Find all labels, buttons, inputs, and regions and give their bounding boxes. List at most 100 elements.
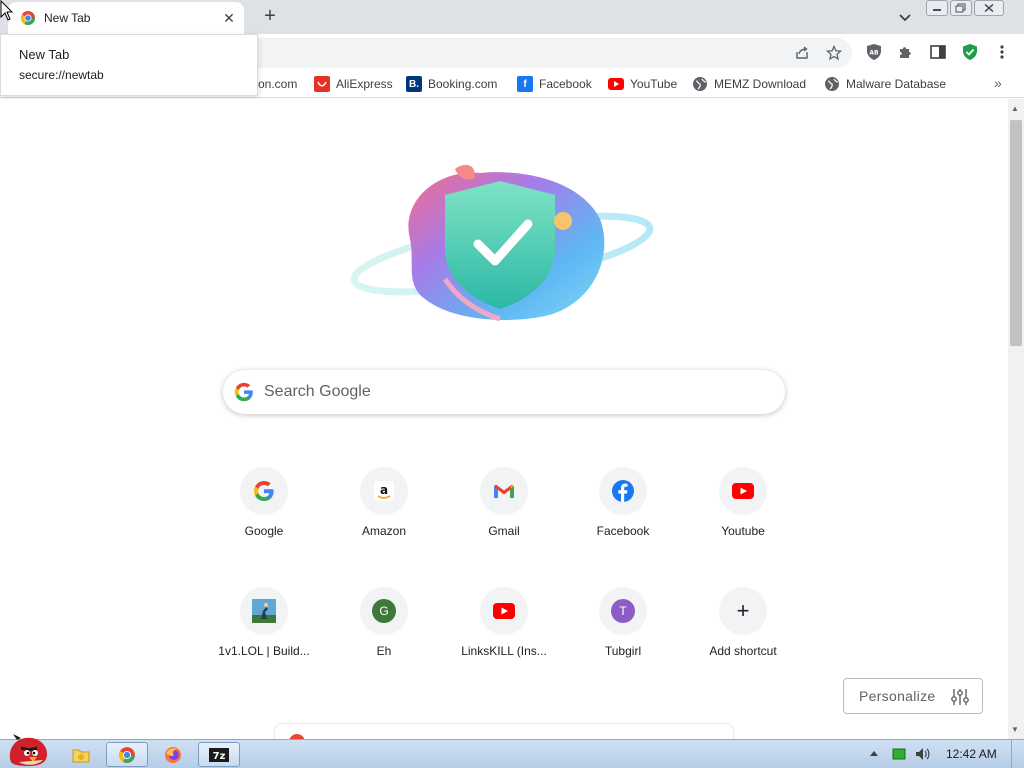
mouse-cursor-icon — [0, 0, 14, 21]
shortcut-label: 1v1.LOL | Build... — [218, 644, 310, 658]
shortcut-youtube[interactable]: Youtube — [687, 467, 799, 567]
volume-icon[interactable] — [914, 746, 930, 762]
side-panel-icon[interactable] — [929, 43, 947, 61]
network-icon[interactable] — [892, 747, 906, 761]
firefox-icon — [165, 746, 181, 763]
scroll-down-arrow-icon[interactable]: ▼ — [1011, 725, 1019, 734]
bookmark-youtube[interactable]: YouTube — [608, 76, 677, 92]
bookmarks-overflow-button[interactable]: » — [994, 75, 1002, 91]
adblock-shield-icon[interactable]: AB — [865, 43, 883, 61]
letter-icon: G — [372, 599, 396, 623]
shortcut-icon-bg — [240, 587, 288, 635]
bookmark-label: AliExpress — [336, 77, 393, 91]
search-box[interactable]: Search Google — [223, 370, 785, 414]
bookmark-aliexpress[interactable]: AliExpress — [314, 76, 393, 92]
close-icon — [984, 3, 994, 13]
folder-icon — [72, 749, 90, 762]
bookmark-amazon[interactable]: on.com — [258, 76, 297, 92]
restore-button[interactable] — [950, 0, 972, 16]
shortcut-icon-bg — [480, 467, 528, 515]
shortcut-label: Tubgirl — [604, 644, 642, 658]
svg-text:AB: AB — [869, 50, 879, 57]
taskbar-browser[interactable] — [106, 742, 148, 767]
bookmark-label: MEMZ Download — [714, 77, 807, 91]
taskbar-firefox[interactable] — [152, 742, 194, 767]
shortcut-icon-bg — [480, 587, 528, 635]
bookmark-booking[interactable]: B. Booking.com — [406, 76, 497, 92]
extensions-puzzle-icon[interactable] — [897, 43, 915, 61]
tray-expand-icon[interactable] — [870, 750, 878, 756]
shortcut-label: Google — [244, 524, 284, 538]
taskbar: 7z 12:42 AM — [0, 734, 1024, 768]
tab-new-tab[interactable]: New Tab ✕ — [8, 2, 244, 34]
letter-icon: T — [611, 599, 635, 623]
address-bar[interactable] — [200, 38, 852, 68]
shortcut-linkskill[interactable]: LinksKILL (Ins... — [448, 587, 560, 687]
personalize-button[interactable]: Personalize — [843, 678, 983, 714]
menu-kebab-icon[interactable] — [993, 43, 1011, 61]
shortcut-label: Add shortcut — [709, 644, 777, 658]
game-icon — [252, 599, 276, 623]
shortcut-label: Eh — [376, 644, 392, 658]
scroll-up-arrow-icon[interactable]: ▲ — [1011, 104, 1019, 113]
card-icon — [289, 734, 305, 739]
shortcut-label: Facebook — [596, 524, 650, 538]
youtube-icon — [732, 483, 754, 499]
bookmark-label: Facebook — [539, 77, 592, 91]
shortcut-eh[interactable]: G Eh — [328, 587, 440, 687]
google-g-icon — [234, 382, 253, 402]
shortcut-gmail[interactable]: Gmail — [448, 467, 560, 567]
close-window-button[interactable] — [974, 0, 1004, 16]
search-input[interactable]: Search Google — [264, 383, 371, 401]
shortcut-facebook[interactable]: Facebook — [567, 467, 679, 567]
browser-logo-icon — [119, 746, 135, 763]
taskbar-7zip[interactable]: 7z — [198, 742, 240, 767]
shortcut-icon-bg — [240, 467, 288, 515]
bookmark-memz-download[interactable]: MEMZ Download — [692, 76, 806, 92]
taskbar-explorer[interactable] — [60, 742, 102, 767]
tab-hover-card: New Tab secure://newtab — [0, 34, 258, 96]
facebook-icon: f — [517, 76, 533, 92]
tab-search-chevron-icon[interactable] — [894, 6, 916, 28]
hover-card-url: secure://newtab — [19, 68, 104, 82]
security-shield-check-icon[interactable] — [961, 43, 979, 61]
shortcut-tubgirl[interactable]: T Tubgirl — [567, 587, 679, 687]
tab-close-icon[interactable]: ✕ — [220, 9, 238, 27]
bookmark-label: on.com — [258, 77, 298, 91]
scrollbar-thumb[interactable] — [1010, 120, 1022, 346]
new-tab-button[interactable]: + — [258, 5, 282, 29]
bookmark-label: YouTube — [630, 77, 678, 91]
shortcut-label: Youtube — [721, 524, 765, 538]
tab-title: New Tab — [44, 11, 91, 25]
bookmark-label: Malware Database — [846, 77, 947, 91]
angry-bird-start-icon — [9, 734, 47, 766]
show-desktop-button[interactable] — [1011, 740, 1024, 768]
restore-icon — [955, 3, 966, 13]
tab-strip: New Tab ✕ + — [0, 0, 1024, 34]
share-icon[interactable] — [794, 45, 810, 61]
new-tab-page: Search Google Google a Amazon Gmail Face… — [0, 99, 1008, 739]
content-card-peek — [274, 723, 734, 739]
shortcut-icon-bg: G — [360, 587, 408, 635]
youtube-icon — [493, 603, 515, 619]
google-icon — [254, 481, 274, 501]
security-shield-illustration — [350, 164, 654, 322]
svg-text:a: a — [380, 483, 388, 497]
bookmark-malware-database[interactable]: Malware Database — [824, 76, 946, 92]
globe-icon — [825, 77, 839, 91]
shortcut-amazon[interactable]: a Amazon — [328, 467, 440, 567]
bookmark-facebook[interactable]: f Facebook — [517, 76, 592, 92]
shortcut-google[interactable]: Google — [208, 467, 320, 567]
add-shortcut-button[interactable]: + Add shortcut — [687, 587, 799, 687]
personalize-label: Personalize — [859, 688, 936, 704]
booking-icon: B. — [406, 76, 422, 92]
taskbar-clock[interactable]: 12:42 AM — [946, 747, 997, 761]
minimize-button[interactable] — [926, 0, 948, 16]
shortcut-1v1-lol[interactable]: 1v1.LOL | Build... — [208, 587, 320, 687]
plus-icon: + — [736, 598, 750, 623]
bookmark-star-icon[interactable] — [826, 45, 842, 61]
shortcut-icon-bg: T — [599, 587, 647, 635]
start-button[interactable] — [2, 731, 52, 768]
screen: New Tab ✕ + AB on.com AliExpress B. Book… — [0, 0, 1024, 768]
shortcut-icon-bg: a — [360, 467, 408, 515]
